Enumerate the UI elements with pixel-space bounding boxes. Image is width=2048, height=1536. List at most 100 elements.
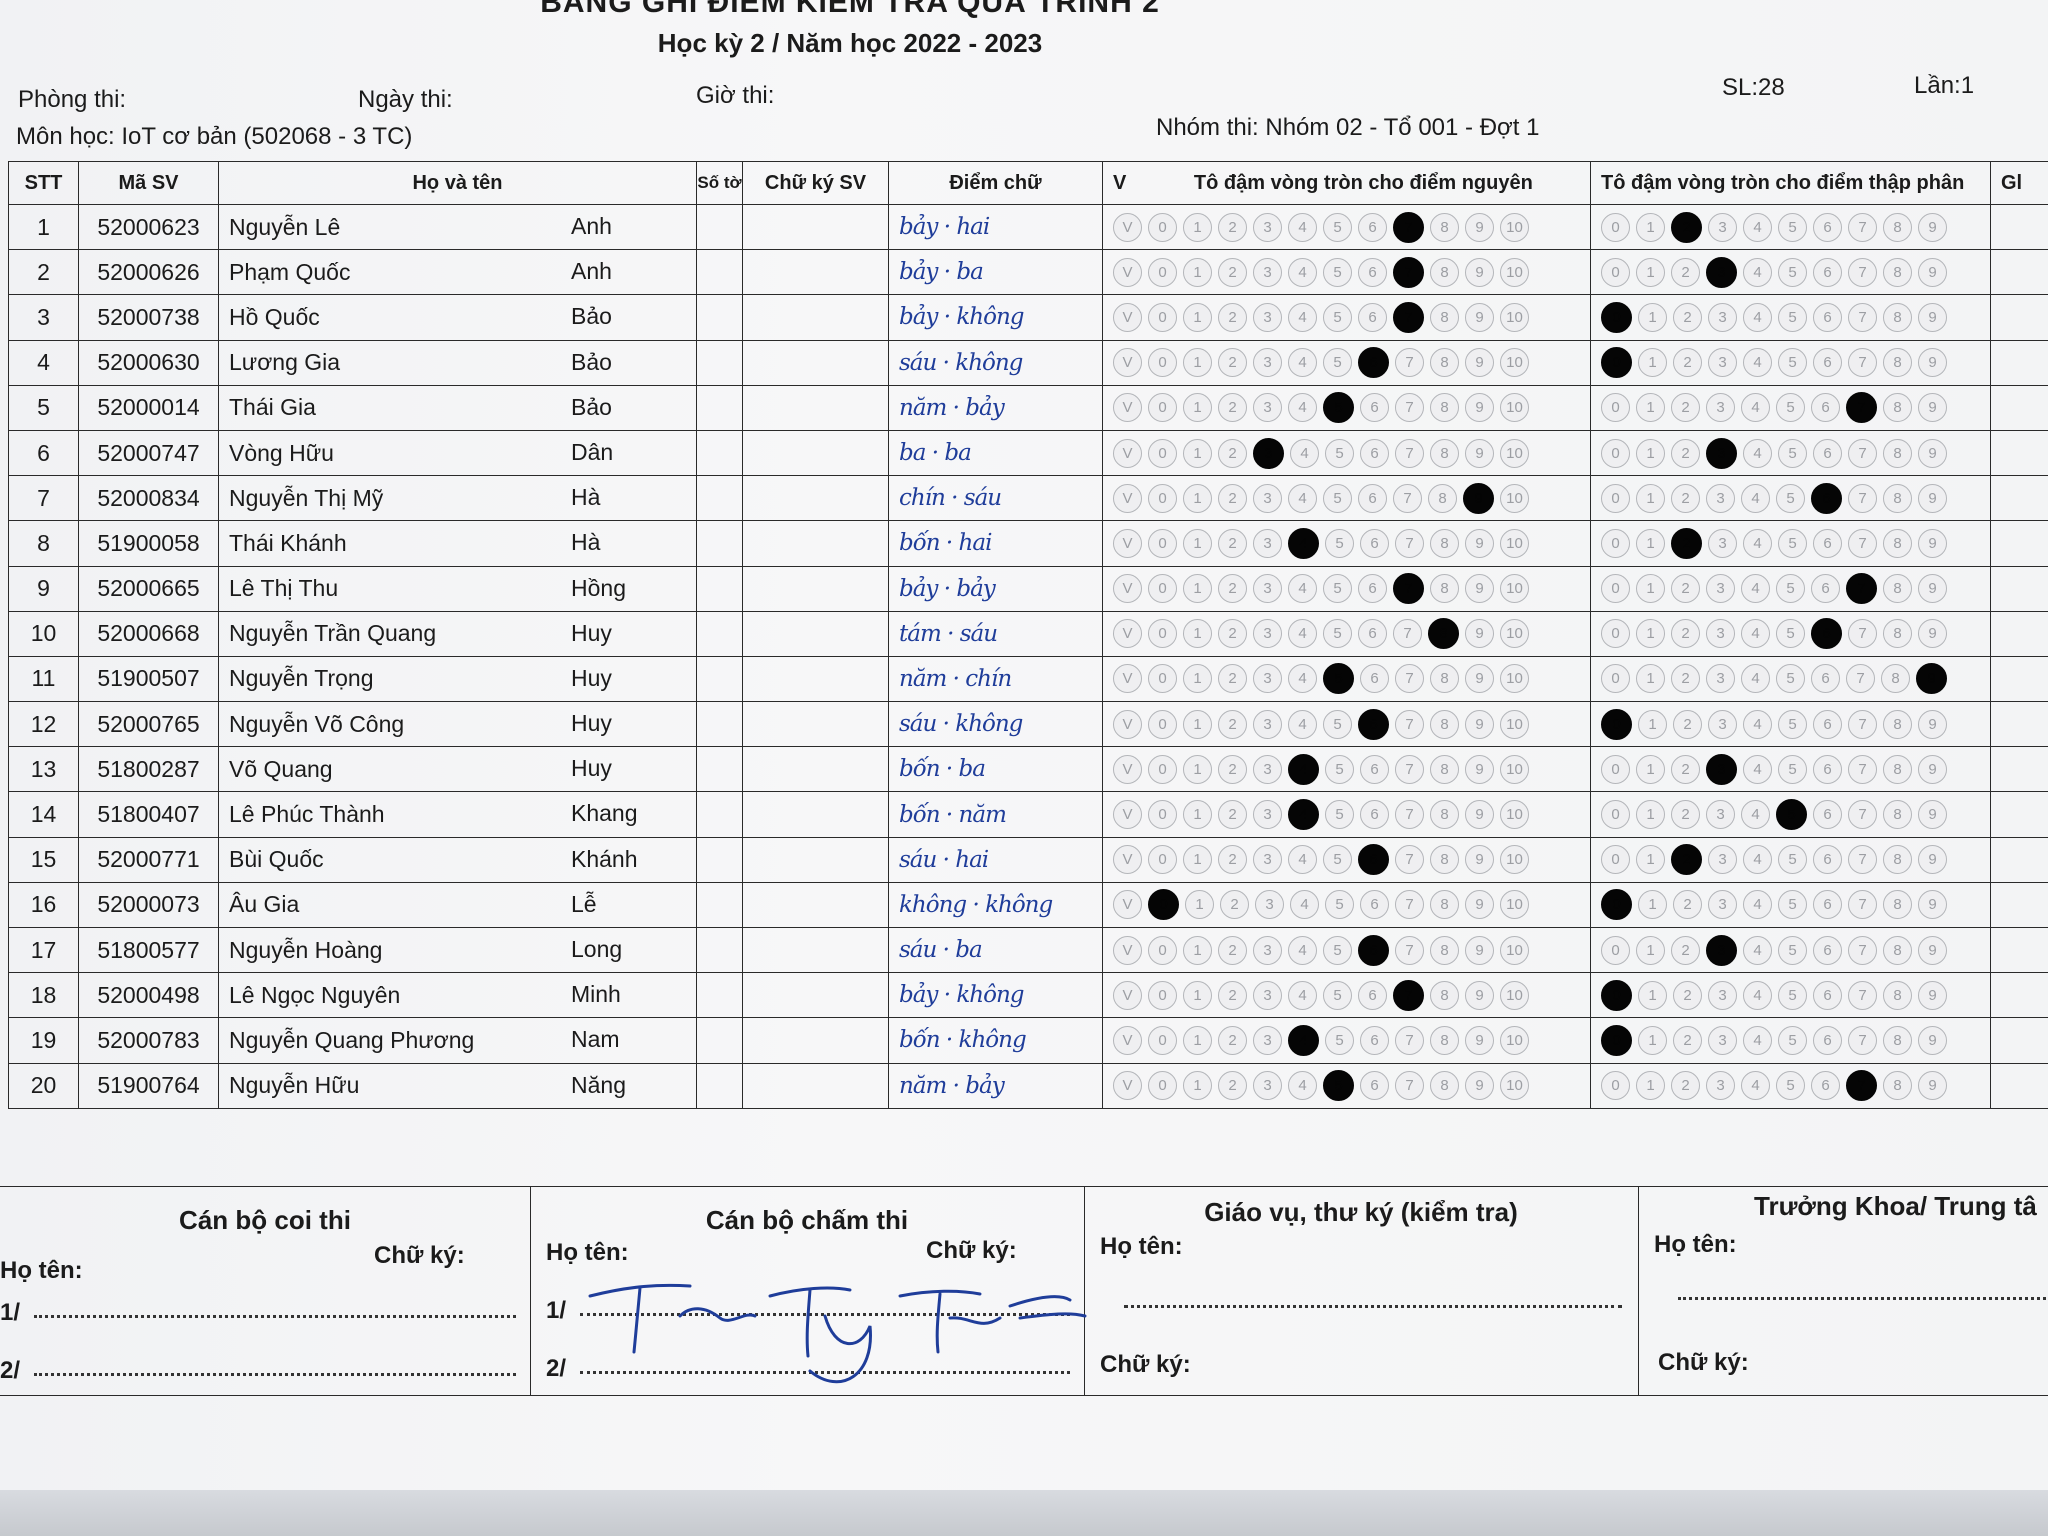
decimal-bubble-3: 3 — [1708, 528, 1737, 558]
sl-count: SL:28 — [1722, 74, 1785, 101]
row-stt: 18 — [8, 972, 79, 1019]
row-first-name: Huy — [571, 755, 612, 782]
integer-bubble-8: 8 — [1430, 438, 1459, 468]
decimal-bubble-2: 2 — [1671, 619, 1700, 649]
decimal-bubble-0: 0 — [1601, 1071, 1630, 1101]
integer-bubble-v: V — [1113, 528, 1142, 558]
integer-bubble-9: 9 — [1465, 845, 1494, 875]
decimal-bubble-9: 9 — [1918, 438, 1947, 468]
row-last-name: Bùi Quốc — [229, 846, 324, 873]
decimal-bubble-6: 6 — [1813, 890, 1842, 920]
row-first-name: Nam — [571, 1026, 620, 1053]
row-extra — [1990, 655, 2048, 703]
integer-bubble-1: 1 — [1183, 754, 1212, 784]
decimal-bubble-4: 4 — [1743, 890, 1772, 920]
row-first-name: Bảo — [571, 303, 612, 330]
integer-bubble-8: 8 — [1430, 1071, 1459, 1101]
decimal-bubble-9: 9 — [1918, 348, 1947, 378]
row-grade-words: năm · bảy — [888, 384, 1103, 431]
decimal-bubble-2: 2 — [1673, 1025, 1702, 1055]
integer-bubble-3: 3 — [1253, 754, 1282, 784]
decimal-bubble-8: 8 — [1881, 664, 1910, 694]
row-sheets — [696, 249, 743, 296]
decimal-bubble-9: 9 — [1918, 212, 1947, 242]
row-stt: 19 — [8, 1017, 79, 1064]
decimal-bubble-1: 1 — [1636, 483, 1665, 513]
decimal-bubble-1: 1 — [1638, 1025, 1667, 1055]
row-decimal-bubbles: 0123456789 — [1590, 429, 1991, 477]
row-integer-bubbles: V 0 1 2 3 4 5 6 7 8 9 10 — [1102, 655, 1591, 703]
decimal-bubble-6: 6 — [1813, 438, 1842, 468]
table-row: 1 52000623 Nguyễn Lê Anh bảy · hai V 0 1 2 3 4 5 6 7 8… — [8, 203, 2048, 251]
row-last-name: Võ Quang — [229, 755, 333, 782]
integer-bubble-4: 4 — [1288, 935, 1317, 965]
integer-bubble-5: 5 — [1323, 619, 1352, 649]
row-sheets — [696, 294, 743, 341]
integer-bubble-v: V — [1113, 664, 1142, 694]
decimal-bubble-6: 6 — [1811, 393, 1840, 423]
decimal-bubble-1: 1 — [1638, 890, 1667, 920]
decimal-bubble-6: 6 — [1811, 664, 1840, 694]
decimal-bubble-9: 9 — [1918, 483, 1947, 513]
integer-bubble-1: 1 — [1183, 935, 1212, 965]
decimal-bubble-5: 5 — [1776, 574, 1805, 604]
decimal-bubble-7: 7 — [1848, 800, 1877, 830]
integer-bubble-0: 0 — [1148, 845, 1177, 875]
decimal-bubble-9: 9 — [1918, 302, 1947, 332]
decimal-bubble-8: 8 — [1883, 438, 1912, 468]
row-grade-words: bảy · không — [888, 294, 1103, 341]
integer-bubble-9: 9 — [1465, 935, 1494, 965]
row-first-name: Bảo — [571, 393, 612, 420]
decimal-bubble-6: 6 — [1813, 709, 1842, 739]
decimal-bubble-8: 8 — [1883, 483, 1912, 513]
integer-bubble-8: 8 — [1430, 393, 1459, 423]
decimal-bubble-9: 9 — [1918, 393, 1947, 423]
row-last-name: Nguyễn Thị Mỹ — [229, 484, 384, 511]
decimal-bubble-4: 4 — [1741, 393, 1770, 423]
integer-bubble-7: 7 — [1395, 754, 1424, 784]
integer-bubble-0: 0 — [1148, 935, 1177, 965]
integer-bubble-v: V — [1113, 709, 1142, 739]
decimal-bubble-8: 8 — [1883, 1025, 1912, 1055]
decimal-bubble-5: 5 — [1778, 528, 1807, 558]
decimal-bubble-4: 4 — [1743, 935, 1772, 965]
table-row: 14 51800407 Lê Phúc Thành Khang bốn · năm V 0 1… — [8, 791, 2048, 838]
integer-bubble-2: 2 — [1218, 574, 1247, 604]
row-full-name: Nguyễn Thị Mỹ Hà — [218, 475, 697, 522]
row-student-signature — [742, 339, 889, 386]
table-row: 7 52000834 Nguyễn Thị Mỹ Hà chín · sáu V 0 1 2 3 4… — [8, 475, 2048, 522]
integer-bubble-2: 2 — [1218, 935, 1247, 965]
integer-bubble-5: 5 — [1323, 709, 1352, 739]
row-full-name: Nguyễn Hoàng Long — [218, 926, 697, 974]
secretary-dotted-line — [1124, 1305, 1622, 1308]
integer-bubble-3: 3 — [1253, 483, 1282, 513]
integer-bubble-8: 8 — [1430, 574, 1459, 604]
row-integer-bubbles: V 0 1 2 3 4 5 6 7 8 9 10 — [1102, 746, 1591, 793]
row-grade-words: sáu · ba — [888, 926, 1103, 974]
decimal-bubble-4: 4 — [1743, 1025, 1772, 1055]
decimal-bubble-7: 7 — [1848, 212, 1877, 242]
row-student-id: 52000765 — [78, 701, 219, 748]
decimal-bubble-7: 7 — [1848, 619, 1877, 649]
integer-bubble-10: 10 — [1500, 574, 1529, 604]
integer-bubble-1: 1 — [1183, 348, 1212, 378]
decimal-bubble-0: 0 — [1601, 664, 1630, 694]
decimal-bubble-3: 3 — [1708, 890, 1737, 920]
row-extra — [1990, 1017, 2048, 1064]
integer-bubble-8: 8 — [1430, 935, 1459, 965]
row-sheets — [696, 384, 743, 431]
row-last-name: Lê Thị Thu — [229, 575, 339, 602]
integer-bubble-1: 1 — [1183, 483, 1212, 513]
row-sheets — [696, 1062, 743, 1109]
integer-bubble-4: 4 — [1288, 527, 1319, 559]
row-student-id: 51900764 — [78, 1062, 219, 1109]
integer-bubble-7: 7 — [1393, 483, 1422, 513]
integer-bubble-10: 10 — [1500, 438, 1529, 468]
row-student-id: 51900507 — [78, 655, 219, 703]
decimal-bubble-3: 3 — [1706, 437, 1737, 469]
integer-bubble-v: V — [1113, 438, 1142, 468]
integer-bubble-6: 6 — [1360, 890, 1389, 920]
integer-bubble-5: 5 — [1323, 574, 1352, 604]
row-first-name: Anh — [571, 258, 612, 285]
col-decimal-grade: Tô đậm vòng tròn cho điểm thập phân — [1590, 161, 1991, 205]
